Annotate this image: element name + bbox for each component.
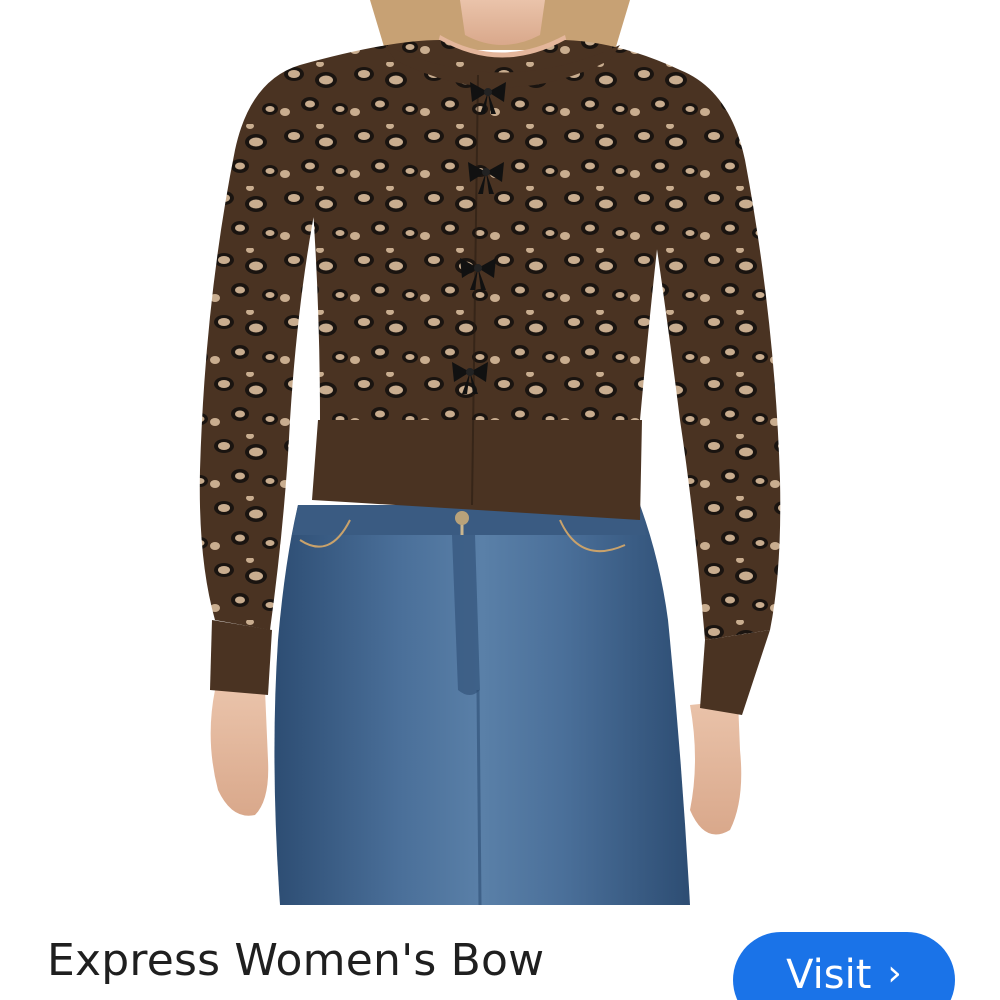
product-info-bar: Express Women's Bow Visit › <box>0 905 1000 1000</box>
sweater-body <box>300 40 680 420</box>
right-hand <box>690 700 742 835</box>
product-card: Express Women's Bow Visit › <box>0 0 1000 1000</box>
visit-button[interactable]: Visit › <box>733 932 955 1000</box>
chevron-right-icon: › <box>887 953 902 994</box>
product-image[interactable] <box>0 0 1000 905</box>
neck <box>460 0 545 45</box>
jeans <box>274 505 690 905</box>
visit-label: Visit <box>786 952 872 998</box>
product-title[interactable]: Express Women's Bow <box>47 935 544 988</box>
product-photo <box>0 0 1000 905</box>
left-cuff <box>210 620 272 695</box>
